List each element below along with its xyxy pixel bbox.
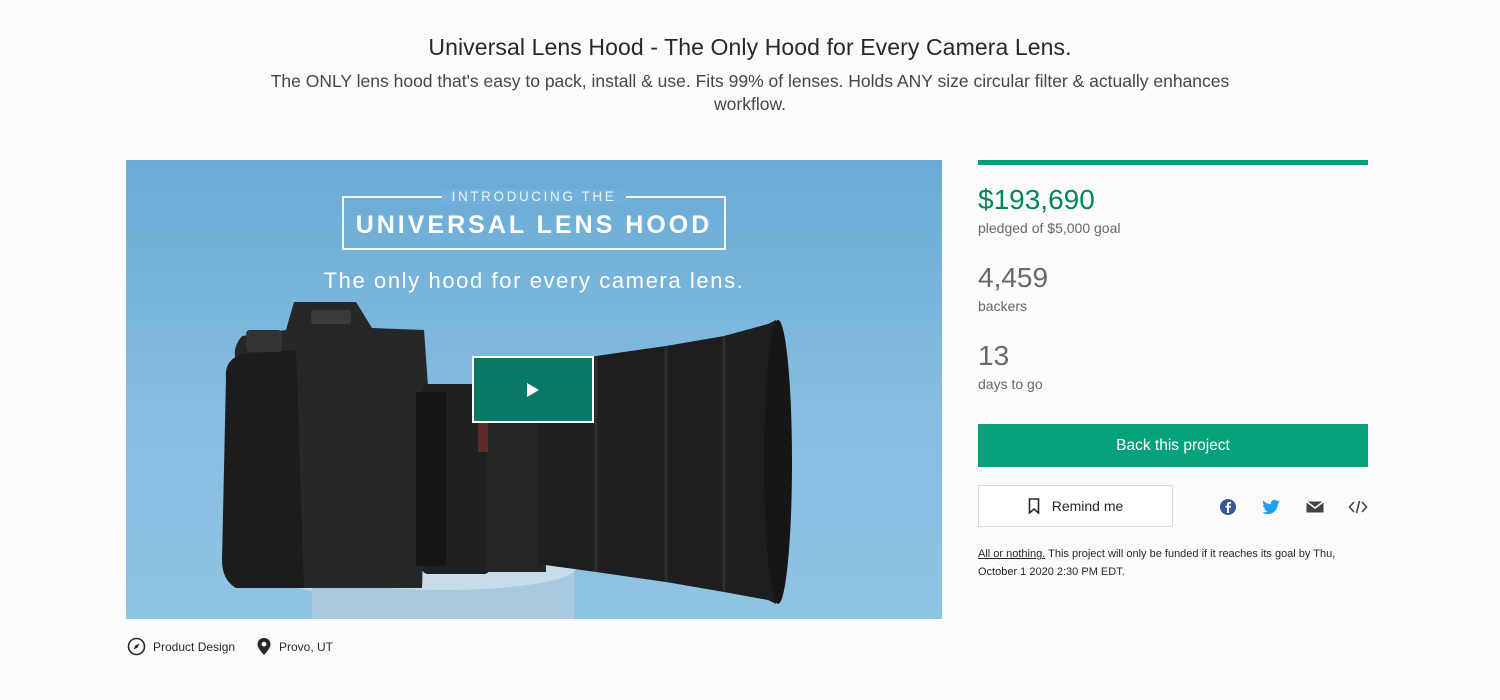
location-link[interactable]: Provo, UT [256,637,333,656]
intro-small-text: INTRODUCING THE [441,189,627,204]
funding-note: All or nothing. This project will only b… [978,545,1372,581]
days-label: days to go [978,376,1043,392]
funding-progress-bar [978,160,1368,165]
backers-count: 4,459 [978,262,1049,293]
compass-icon [127,637,146,656]
project-title: Universal Lens Hood - The Only Hood for … [428,34,1072,60]
play-icon [527,382,539,397]
intro-big-text: UNIVERSAL LENS HOOD [355,211,713,239]
remind-me-button[interactable]: Remind me [978,485,1173,527]
intro-frame: INTRODUCING THE UNIVERSAL LENS HOOD [342,189,726,250]
category-link[interactable]: Product Design [127,637,235,656]
bookmark-icon [1028,498,1040,514]
twitter-icon[interactable] [1261,498,1281,516]
video-tagline: The only hood for every camera lens. [323,268,745,293]
project-blurb: The ONLY lens hood that's easy to pack, … [270,71,1230,114]
remind-me-label: Remind me [1051,498,1124,514]
funding-progress-fill [978,160,1368,165]
category-label: Product Design [153,639,236,654]
map-pin-icon [257,638,271,655]
pledged-label: pledged of $5,000 goal [978,220,1121,236]
embed-icon[interactable] [1348,498,1368,516]
backers-label: backers [978,298,1028,314]
location-label: Provo, UT [279,639,334,654]
pledged-amount: $193,690 [978,184,1095,215]
project-video[interactable]: INTRODUCING THE UNIVERSAL LENS HOOD The … [126,160,942,619]
play-button[interactable] [472,356,594,423]
facebook-icon[interactable] [1218,498,1238,516]
email-icon[interactable] [1305,498,1325,516]
days-count: 13 [978,340,1010,371]
all-or-nothing-link[interactable]: All or nothing. [978,548,1045,560]
back-project-button[interactable]: Back this project [978,424,1368,467]
